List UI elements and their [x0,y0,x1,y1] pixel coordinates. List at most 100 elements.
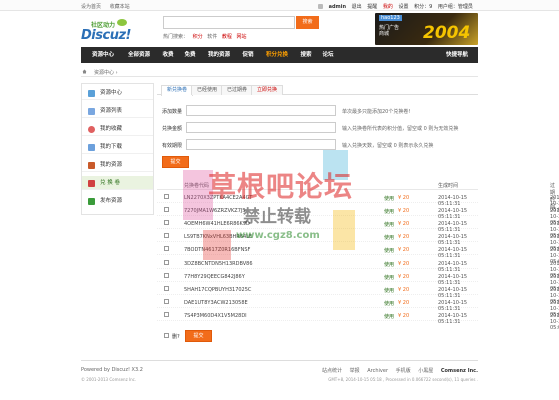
table-row: DAE1UT8Y3ACW213058E 使用 ¥ 20 2014-10-15 05:1… [157,296,559,318]
nav-item[interactable]: 我的资源 [201,47,237,63]
nav-item-active[interactable]: 积分兑换 [259,47,295,63]
coupon-price: ¥ 20 [398,195,410,201]
sidebar-item-label: 发布资源 [100,198,123,204]
amount-input[interactable] [186,122,336,133]
footer-link[interactable]: 举报 [350,368,360,374]
powered-by: Powered by Discuz! X3.2 [81,367,143,373]
row-checkbox[interactable] [164,285,169,291]
breadcrumb: 资源中心 › [81,68,478,77]
tab-used[interactable]: 已经使用 [191,85,224,95]
tab-new-coupons[interactable]: 新兑换卷 [161,85,194,96]
sidebar: 资源中心 资源列表 我的收藏 我的下载 我的资源 兑 换 卷 发布资源 [81,83,154,215]
field-hint: 输入兑换天数，留空或 0 则表示永久兑换 [342,143,434,149]
bottom-submit-button[interactable]: 提交 [185,330,212,342]
sidebar-item-label: 我的下载 [100,144,123,150]
breadcrumb-path[interactable]: 资源中心 › [94,69,118,76]
coupon-status: 使用 [384,235,395,242]
row-checkbox[interactable] [164,246,169,252]
nav-item[interactable]: 收费 [157,47,179,63]
site-logo[interactable]: 社区动力 Discuz! [81,17,137,45]
footer-link[interactable]: 手机版 [396,368,411,374]
row-checkbox[interactable] [164,272,169,278]
hot-searches: 热门搜索： 积分 软件 教程 网站 [163,33,249,40]
delete-label: 删? [172,334,180,340]
select-all-checkbox[interactable] [164,333,169,338]
settings-link[interactable]: 设置 [398,4,408,10]
username-link[interactable]: admin [329,4,346,10]
row-checkbox[interactable] [164,233,169,239]
sidebar-item-favorites[interactable]: 我的收藏 [82,122,153,136]
coupon-code: DAE1UT8Y3ACW213058E [184,299,248,306]
row-checkbox[interactable] [164,311,169,317]
hot-keyword[interactable]: 积分 [193,34,203,40]
coupon-price: ¥ 20 [398,273,410,280]
tab-redeem-now[interactable]: 立即兑换 [251,85,284,95]
sidebar-item-my-resources[interactable]: 我的资源 [82,158,153,172]
tab-expired[interactable]: 已过期券 [221,85,254,95]
usergroup-link[interactable]: 用户组：管理员 [438,4,473,10]
table-row: 77H8Y29QEECG842J86Y 使用 ¥ 20 2014-10-15 05:1… [157,270,559,292]
sidebar-item-label: 我的资源 [100,162,123,168]
coupon-price: ¥ 20 [398,208,410,215]
sidebar-item-resource-center[interactable]: 资源中心 [82,86,153,100]
sidebar-item-resource-list[interactable]: 资源列表 [82,104,153,118]
coupon-created: 2014-10-15 05:11:31 [438,312,468,325]
hot-keyword[interactable]: 教程 [222,34,232,40]
home-icon[interactable] [82,69,87,74]
table-row: 5HAH17CQPBUYH317025C 使用 ¥ 20 2014-10-15 05:… [157,283,559,305]
points-link[interactable]: 积分：9 [414,4,432,10]
row-checkbox[interactable] [164,194,169,199]
nav-item[interactable]: 促销 [237,47,259,63]
hot-label: 热门搜索： [163,34,189,40]
sidebar-item-publish[interactable]: 发布资源 [82,194,153,208]
my-link[interactable]: 我的 [383,4,393,10]
coupon-expires: 2014-10-31 05:00:21 [550,312,559,331]
footer-link[interactable]: 小黑屋 [418,368,433,374]
top-bar: 设为首页 收藏本站 admin 退出 提醒 我的 设置 积分：9 用户组：管理员 [0,0,559,11]
field-hint: 输入兑换卷所代表的积分值，留空或 0 则为无效兑换 [342,126,459,132]
list-icon [88,108,95,115]
logout-link[interactable]: 退出 [352,4,362,10]
sidebar-item-label: 我的收藏 [100,126,123,132]
coupon-code: 5HAH17CQPBUYH317025C [184,286,252,293]
search-input[interactable] [163,16,295,29]
bookmark-link[interactable]: 收藏本站 [110,4,130,10]
search-button[interactable]: 搜索 [296,16,319,29]
logo-text: Discuz! [81,28,131,43]
footer-link[interactable]: Comsenz Inc. [441,368,478,374]
validity-input[interactable] [186,139,336,150]
coupon-tabs: 新兑换卷 已经使用 已过期券 立即兑换 [157,85,478,96]
notify-link[interactable]: 提醒 [367,4,377,10]
footer-link[interactable]: Archiver [367,368,388,374]
coupon-price: ¥ 20 [398,247,410,254]
coupon-code: 77H8Y29QEECG842J86Y [184,273,245,280]
copyright: © 2001-2013 Comsenz Inc. [81,377,137,382]
hot-keyword[interactable]: 网站 [236,34,246,40]
col-header-created: 生成时间 [438,183,459,189]
sidebar-item-label: 资源列表 [100,108,123,114]
coupon-status: 使用 [384,209,395,216]
nav-item[interactable]: 论坛 [317,47,339,63]
watermark-subtitle: 禁止转载 [243,207,311,227]
row-checkbox[interactable] [164,259,169,265]
coupon-price: ¥ 20 [398,312,410,319]
nav-item[interactable]: 免费 [179,47,201,63]
set-homepage-link[interactable]: 设为首页 [81,4,101,10]
coupon-status: 使用 [384,222,395,229]
banner-tag: hao123 [379,15,402,21]
hot-keyword[interactable]: 软件 [207,34,217,40]
row-checkbox[interactable] [164,220,169,226]
nav-item[interactable]: 资源中心 [85,47,121,63]
nav-item[interactable]: 搜索 [295,47,317,63]
quick-nav-button[interactable]: 快捷导航 [442,47,472,63]
row-checkbox[interactable] [164,298,169,304]
sidebar-item-coupons[interactable]: 兑 换 卷 [82,176,153,190]
row-checkbox[interactable] [164,207,169,213]
download-icon [88,144,95,151]
quantity-input[interactable] [186,105,336,116]
header-banner-ad[interactable]: hao123 热门广告 商城 2004 [375,13,478,45]
nav-item[interactable]: 全部资源 [121,47,157,63]
sidebar-item-downloads[interactable]: 我的下载 [82,140,153,154]
plus-icon [88,198,95,205]
footer-link[interactable]: 站点统计 [322,368,342,374]
